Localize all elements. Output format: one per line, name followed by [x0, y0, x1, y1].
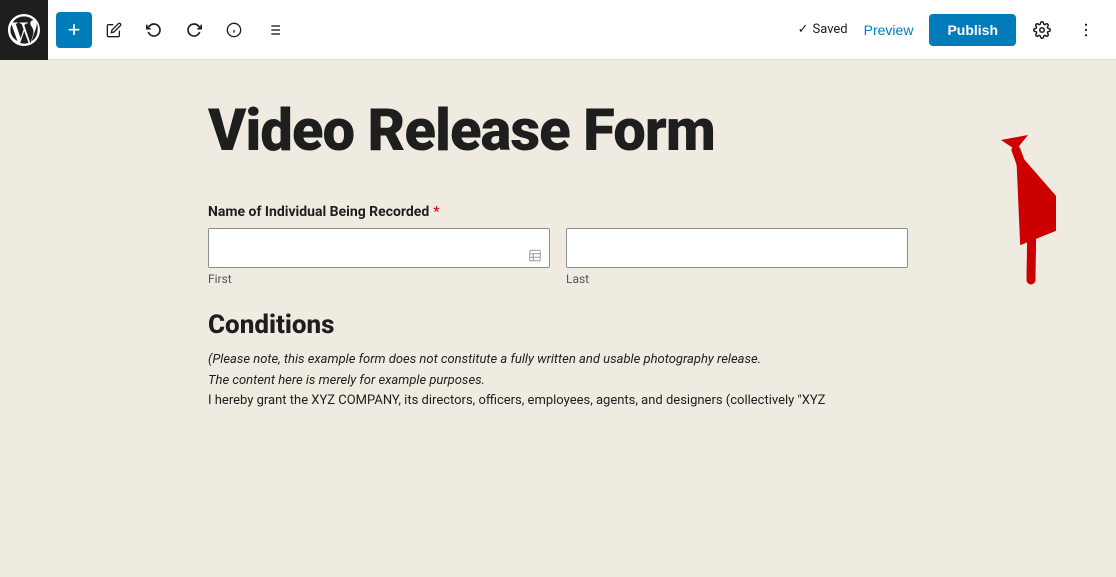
first-name-input[interactable]: [208, 228, 550, 268]
undo-icon: [146, 22, 162, 38]
list-view-button[interactable]: [256, 12, 292, 48]
name-field-label: Name of Individual Being Recorded *: [208, 204, 908, 220]
editor-content: Video Release Form Name of Individual Be…: [0, 60, 1116, 577]
pencil-icon: [106, 22, 122, 38]
last-name-input[interactable]: [566, 228, 908, 268]
input-icon: [528, 248, 542, 265]
red-arrow-icon: [956, 130, 1056, 290]
required-indicator: *: [433, 204, 439, 220]
undo-button[interactable]: [136, 12, 172, 48]
gear-icon: [1033, 21, 1051, 39]
annotation-arrow: [956, 130, 1056, 294]
add-block-button[interactable]: +: [56, 12, 92, 48]
info-button[interactable]: [216, 12, 252, 48]
more-options-button[interactable]: [1068, 12, 1104, 48]
more-icon: [1077, 21, 1095, 39]
check-icon: ✓: [798, 22, 809, 37]
redo-icon: [186, 22, 202, 38]
page-body: Video Release Form Name of Individual Be…: [188, 60, 928, 456]
first-name-wrapper: First: [208, 228, 550, 286]
page-title: Video Release Form: [208, 100, 908, 164]
wp-logo-icon: [8, 14, 40, 46]
last-name-sublabel: Last: [566, 272, 908, 286]
name-field-section: Name of Individual Being Recorded * Firs: [208, 204, 908, 286]
first-name-sublabel: First: [208, 272, 550, 286]
toolbar-right-actions: ✓ Saved Preview Publish: [798, 12, 1104, 48]
edit-button[interactable]: [96, 12, 132, 48]
redo-button[interactable]: [176, 12, 212, 48]
last-name-wrapper: Last: [566, 228, 908, 286]
conditions-title: Conditions: [208, 310, 908, 340]
settings-button[interactable]: [1024, 12, 1060, 48]
preview-button[interactable]: Preview: [856, 16, 922, 44]
toolbar: +: [0, 0, 1116, 60]
saved-label: Saved: [813, 22, 848, 37]
name-inputs-row: First Last: [208, 228, 908, 286]
list-icon: [266, 22, 282, 38]
info-icon: [226, 22, 242, 38]
conditions-section: Conditions (Please note, this example fo…: [208, 310, 908, 412]
wordpress-logo[interactable]: [0, 0, 48, 60]
publish-button[interactable]: Publish: [929, 14, 1016, 46]
toolbar-left-actions: +: [56, 12, 798, 48]
conditions-text: (Please note, this example form does not…: [208, 350, 908, 412]
save-status: ✓ Saved: [798, 22, 848, 37]
